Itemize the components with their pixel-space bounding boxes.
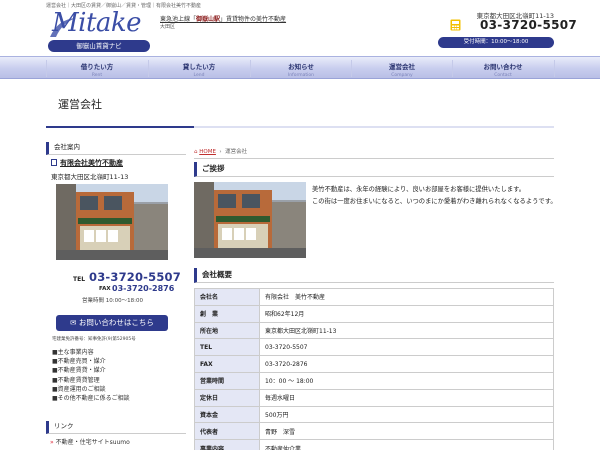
row-key: 代表者 (194, 422, 260, 441)
logo-text: Mitake (52, 8, 142, 38)
nav-label: 運営会社 (389, 63, 415, 71)
storefront-photo (56, 184, 168, 260)
row-value: 東京都大田区北嶺町11-13 (259, 321, 554, 340)
link-label: 不動産・住宅サイトsuumo (55, 439, 130, 446)
list-item: ■その他不動産に係るご相談 (52, 395, 130, 403)
row-key: TEL (194, 338, 260, 357)
sidebar-fax-label: FAX (99, 286, 111, 292)
nav-item-contact[interactable]: お問い合わせ Contact (452, 57, 554, 80)
row-key: 定休日 (194, 388, 260, 407)
nav-item-information[interactable]: お知らせ Information (250, 57, 352, 80)
sidebar-tel[interactable]: 03-3720-5507 (89, 270, 181, 284)
row-key: 会社名 (194, 288, 260, 306)
license-number: 宅建業免許番号：知事免許(9)第52905号 (52, 337, 136, 342)
sidebar-fax: 03-3720-2876 (112, 284, 175, 293)
home-icon: ⌂ (194, 149, 198, 155)
row-key: FAX (194, 355, 260, 373)
breadcrumb-divider (194, 158, 554, 159)
table-row: 創 業昭和62年12月 (194, 304, 554, 323)
nav-label: 貸したい方 (182, 63, 216, 71)
nav-divider (554, 60, 555, 77)
chevron-right-icon: › (217, 149, 224, 155)
row-key: 資本金 (194, 405, 260, 424)
nav-item-company[interactable]: 運営会社 Company (351, 57, 453, 80)
row-value: 毎週水曜日 (259, 388, 554, 407)
table-row: 定休日 毎週水曜日 (194, 388, 554, 407)
sidebar-section-title: 会社案内 (46, 142, 186, 155)
breadcrumb-current: 運営会社 (225, 149, 248, 155)
greeting-line: この街は一度お住まいになると、いつのまにか愛着がわき離れられなくなるようです。 (312, 198, 557, 205)
row-key: 事業内容 (194, 439, 260, 450)
table-row: 所在地 東京都大田区北嶺町11-13 (194, 321, 554, 340)
building-icon (51, 159, 57, 166)
nav-label: お問い合わせ (483, 63, 523, 71)
row-value: 500万円 (259, 405, 554, 424)
table-row: TEL 03-3720-5507 (194, 338, 554, 357)
tagline-suffix: 」賃貸物件の美竹不動産 (220, 16, 287, 23)
sidebar-hours: 営業時間 10:00～18:00 (82, 298, 143, 304)
title-divider-accent (46, 126, 194, 128)
global-nav: 借りたい方 Rent 貸したい方 Lend お知らせ Information 運… (0, 56, 600, 79)
row-value: 10：00 ～ 18:00 (259, 371, 554, 390)
table-row: 資本金 500万円 (194, 405, 554, 424)
list-item: ■不動産賃貸・媒介 (52, 367, 106, 375)
row-value: 有限会社 美竹不動産 (259, 288, 554, 306)
list-item: ■主な事業内容 (52, 349, 94, 356)
nav-label: 借りたい方 (80, 63, 114, 71)
list-item: ■不動産売買・媒介 (52, 358, 106, 366)
nav-item-rent[interactable]: 借りたい方 Rent (46, 57, 148, 80)
greeting-text: 美竹不動産は、永年の経験により、良いお部屋をお客様に提供いたします。 この街は一… (312, 184, 557, 208)
company-overview-table: 会社名 有限会社 美竹不動産 創 業昭和62年12月 所在地 東京都大田区北嶺町11… (194, 288, 554, 450)
sidebar-tel-label: TEL (73, 276, 86, 283)
nav-item-lend[interactable]: 貸したい方 Lend (148, 57, 250, 80)
row-key: 所在地 (194, 321, 260, 340)
row-value: 03-3720-2876 (259, 355, 554, 373)
table-row: 営業時間 10：00 ～ 18:00 (194, 371, 554, 390)
site-tagline: 東急池上線「御嶽山駅」賃貸物件の美竹不動産 (160, 14, 286, 23)
sidebar-links-title: リンク (46, 421, 186, 434)
header-hours-badge: 受付時間：10:00～18:00 (438, 37, 554, 48)
contact-button-label: お問い合わせはこちら (78, 318, 154, 327)
list-item: ■資産運用のご相談 (52, 385, 106, 393)
row-value: 青野 深雪 (259, 422, 554, 441)
tagline-prefix: 東急池上線「 (160, 16, 197, 23)
greeting-title: ご挨拶 (194, 162, 554, 177)
breadcrumb: ⌂ HOME › 運営会社 (194, 147, 247, 155)
sidebar-link-suumo[interactable]: » 不動産・住宅サイトsuumo (50, 437, 130, 446)
table-row: 事業内容 不動産仲介業 (194, 439, 554, 450)
logo-badge: 御嶽山賃貸ナビ (48, 40, 150, 52)
table-row: FAX 03-3720-2876 (194, 355, 554, 373)
mail-icon: ✉ (70, 318, 79, 327)
greeting-photo (194, 182, 306, 258)
page-title: 運営会社 (58, 98, 102, 111)
list-item: ■不動産賃貸管理 (52, 376, 100, 384)
row-key: 営業時間 (194, 371, 260, 390)
nav-sublabel: Contact (494, 73, 512, 78)
table-row: 会社名 有限会社 美竹不動産 (194, 288, 554, 306)
contact-button[interactable]: ✉ お問い合わせはこちら (56, 315, 168, 331)
sidebar-address: 東京都大田区北嶺町11-13 (51, 173, 129, 181)
overview-title: 会社概要 (194, 268, 554, 283)
breadcrumb-home-link[interactable]: HOME (199, 149, 216, 155)
business-list: ■主な事業内容 ■不動産売買・媒介 ■不動産賃貸・媒介 ■不動産賃貸管理 ■資産… (52, 348, 130, 403)
greeting-line: 美竹不動産は、永年の経験により、良いお部屋をお客様に提供いたします。 (312, 186, 526, 193)
nav-sublabel: Lend (193, 73, 205, 78)
row-value: 03-3720-5507 (259, 338, 554, 357)
nav-label: お知らせ (288, 63, 314, 71)
sidebar-company-name[interactable]: 有限会社美竹不動産 (60, 158, 123, 168)
nav-sublabel: Information (287, 73, 315, 78)
phone-icon (450, 19, 461, 31)
site-logo[interactable]: Mitake 御嶽山賃貸ナビ (48, 8, 150, 54)
tagline-station: 御嶽山駅 (196, 16, 221, 23)
header-phone[interactable]: 03-3720-5507 (480, 18, 577, 32)
row-key: 創 業 (194, 304, 260, 323)
nav-sublabel: Company (391, 73, 413, 78)
row-value: 不動産仲介業 (259, 439, 554, 450)
row-value: 昭和62年12月 (259, 304, 554, 323)
nav-sublabel: Rent (91, 73, 103, 78)
tagline-sub: 大田区 (160, 24, 176, 30)
table-row: 代表者 青野 深雪 (194, 422, 554, 441)
